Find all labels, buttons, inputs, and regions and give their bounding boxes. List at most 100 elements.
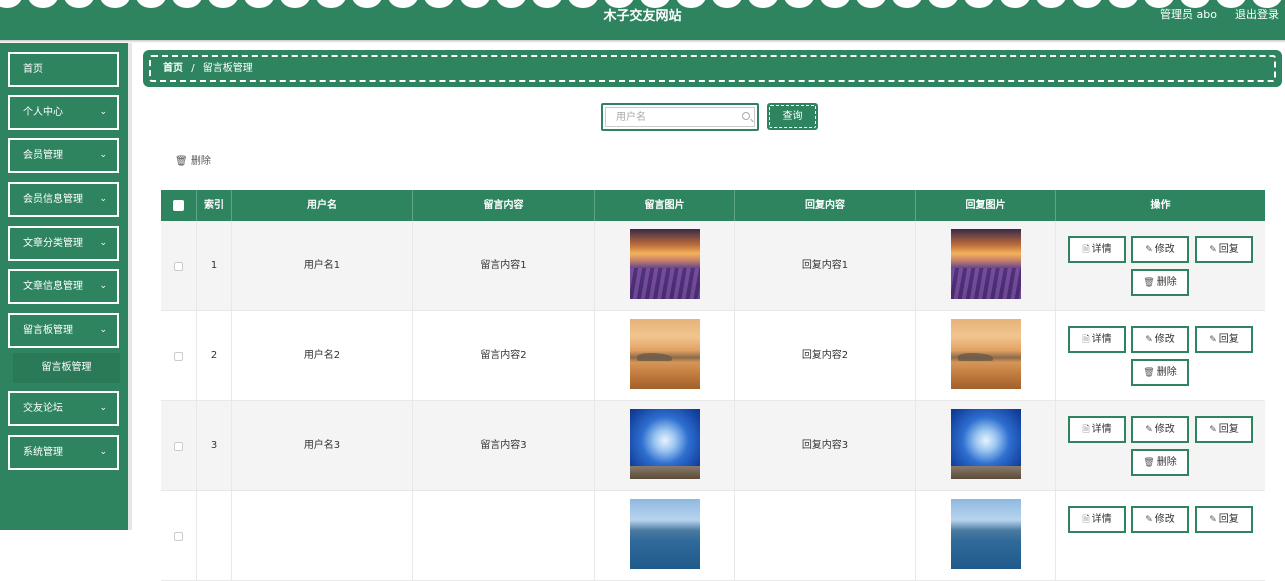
cell-reply: 回复内容3 bbox=[735, 401, 916, 491]
delete-button-label: 删除 bbox=[1156, 367, 1177, 378]
edit-button[interactable]: ✎ 修改 bbox=[1131, 506, 1189, 533]
detail-button[interactable]: 🗎 详情 bbox=[1068, 326, 1126, 353]
sidebar-item-label: 会员信息管理 bbox=[23, 194, 83, 205]
detail-button[interactable]: 🗎 详情 bbox=[1068, 416, 1126, 443]
breadcrumb-home[interactable]: 首页 bbox=[163, 63, 183, 74]
edit-button[interactable]: ✎ 修改 bbox=[1131, 416, 1189, 443]
bulk-delete-button[interactable]: 🗑 删除 bbox=[175, 152, 211, 167]
cell-index bbox=[197, 491, 232, 581]
sidebar-item-label: 首页 bbox=[23, 64, 43, 75]
message-image[interactable] bbox=[630, 409, 700, 479]
column-header-actions: 操作 bbox=[1150, 200, 1171, 211]
column-header-username: 用户名 bbox=[232, 190, 413, 221]
sidebar-item-dating-forum[interactable]: 交友论坛 ⌄ bbox=[8, 391, 119, 426]
logout-link[interactable]: 退出登录 bbox=[1235, 6, 1279, 22]
reply-button[interactable]: ✎ 回复 bbox=[1195, 416, 1253, 443]
column-header-reply: 回复内容 bbox=[735, 190, 916, 221]
sidebar-item-message-board-management[interactable]: 留言板管理 ⌄ bbox=[8, 313, 119, 348]
sidebar-item-member-management[interactable]: 会员管理 ⌄ bbox=[8, 138, 119, 173]
pencil-icon: ✎ bbox=[1209, 335, 1217, 345]
reply-image[interactable] bbox=[951, 229, 1021, 299]
reply-image[interactable] bbox=[951, 499, 1021, 569]
cell-reply: 回复内容1 bbox=[735, 221, 916, 311]
sidebar: 首页 个人中心 ⌄ 会员管理 ⌄ 会员信息管理 ⌄ 文章分类管理 ⌄ 文章信息管… bbox=[0, 43, 128, 530]
sidebar-item-label: 文章分类管理 bbox=[23, 238, 83, 249]
sidebar-item-article-info-management[interactable]: 文章信息管理 ⌄ bbox=[8, 269, 119, 304]
row-checkbox[interactable] bbox=[174, 352, 183, 361]
table-row: 2 用户名2 留言内容2 回复内容2 🗎 详情 ✎ 修改 ✎ 回复 🗑 删除 bbox=[161, 311, 1265, 401]
column-header-message-image: 留言图片 bbox=[595, 190, 735, 221]
delete-button[interactable]: 🗑 删除 bbox=[1131, 359, 1189, 386]
document-icon: 🗎 bbox=[1082, 515, 1090, 525]
table-row: 3 用户名3 留言内容3 回复内容3 🗎 详情 ✎ 修改 ✎ 回复 🗑 删除 bbox=[161, 401, 1265, 491]
reply-image[interactable] bbox=[951, 319, 1021, 389]
username-search-input[interactable] bbox=[605, 107, 755, 127]
delete-button-label: 删除 bbox=[1156, 457, 1177, 468]
sidebar-divider bbox=[128, 43, 132, 530]
pencil-icon: ✎ bbox=[1145, 335, 1153, 345]
row-checkbox[interactable] bbox=[174, 262, 183, 271]
sidebar-item-label: 交友论坛 bbox=[23, 403, 63, 414]
row-select-cell bbox=[161, 311, 197, 401]
detail-button-label: 详情 bbox=[1091, 334, 1112, 345]
sidebar-item-article-category-management[interactable]: 文章分类管理 ⌄ bbox=[8, 226, 119, 261]
row-checkbox[interactable] bbox=[174, 532, 183, 541]
cell-reply-image bbox=[916, 401, 1056, 491]
cell-index: 2 bbox=[197, 311, 232, 401]
cell-actions: 🗎 详情 ✎ 修改 ✎ 回复 bbox=[1056, 491, 1265, 581]
edit-button-label: 修改 bbox=[1154, 514, 1175, 525]
breadcrumb-inner: 首页 / 留言板管理 bbox=[149, 55, 1276, 82]
row-select-cell bbox=[161, 221, 197, 311]
cell-message-image bbox=[595, 401, 735, 491]
cell-message: 留言内容3 bbox=[413, 401, 595, 491]
detail-button[interactable]: 🗎 详情 bbox=[1068, 506, 1126, 533]
sidebar-item-member-info-management[interactable]: 会员信息管理 ⌄ bbox=[8, 182, 119, 217]
breadcrumb-current: 留言板管理 bbox=[202, 63, 253, 74]
cell-index: 3 bbox=[197, 401, 232, 491]
query-button[interactable]: 查询 bbox=[767, 103, 818, 130]
document-icon: 🗎 bbox=[1082, 335, 1090, 345]
delete-button[interactable]: 🗑 删除 bbox=[1131, 269, 1189, 296]
edit-button[interactable]: ✎ 修改 bbox=[1131, 236, 1189, 263]
reply-button-label: 回复 bbox=[1218, 424, 1239, 435]
cell-username bbox=[232, 491, 413, 581]
sidebar-item-home[interactable]: 首页 bbox=[8, 52, 119, 87]
sidebar-item-label: 留言板管理 bbox=[23, 325, 73, 336]
delete-button[interactable]: 🗑 删除 bbox=[1131, 449, 1189, 476]
chevron-down-icon: ⌄ bbox=[99, 447, 107, 457]
detail-button[interactable]: 🗎 详情 bbox=[1068, 236, 1126, 263]
chevron-up-icon: ⌄ bbox=[99, 325, 107, 335]
cell-actions: 🗎 详情 ✎ 修改 ✎ 回复 🗑 删除 bbox=[1056, 401, 1265, 491]
edit-button[interactable]: ✎ 修改 bbox=[1131, 326, 1189, 353]
cell-message-image bbox=[595, 221, 735, 311]
sidebar-item-personal-center[interactable]: 个人中心 ⌄ bbox=[8, 95, 119, 130]
admin-user-label: 管理员 abo bbox=[1160, 8, 1217, 21]
site-title: 木子交友网站 bbox=[603, 9, 682, 24]
sidebar-item-label: 个人中心 bbox=[23, 107, 63, 118]
search-icon bbox=[742, 112, 750, 120]
pencil-icon: ✎ bbox=[1209, 515, 1217, 525]
breadcrumb: 首页 / 留言板管理 bbox=[143, 50, 1282, 87]
message-image[interactable] bbox=[630, 229, 700, 299]
reply-button-label: 回复 bbox=[1218, 334, 1239, 345]
message-image[interactable] bbox=[630, 499, 700, 569]
chevron-down-icon: ⌄ bbox=[99, 281, 107, 291]
table-row: 🗎 详情 ✎ 修改 ✎ 回复 bbox=[161, 491, 1265, 581]
sidebar-item-system-management[interactable]: 系统管理 ⌄ bbox=[8, 435, 119, 470]
column-header-index: 索引 bbox=[197, 190, 232, 221]
sidebar-subitem-message-board-management[interactable]: 留言板管理 bbox=[13, 353, 120, 383]
message-image[interactable] bbox=[630, 319, 700, 389]
row-checkbox[interactable] bbox=[174, 442, 183, 451]
reply-image[interactable] bbox=[951, 409, 1021, 479]
select-all-checkbox[interactable] bbox=[173, 200, 184, 211]
reply-button[interactable]: ✎ 回复 bbox=[1195, 506, 1253, 533]
cell-message-image bbox=[595, 311, 735, 401]
cell-username: 用户名2 bbox=[232, 311, 413, 401]
cell-reply-image bbox=[916, 491, 1056, 581]
row-select-cell bbox=[161, 491, 197, 581]
document-icon: 🗎 bbox=[1082, 245, 1090, 255]
cell-actions: 🗎 详情 ✎ 修改 ✎ 回复 🗑 删除 bbox=[1056, 311, 1265, 401]
reply-button[interactable]: ✎ 回复 bbox=[1195, 326, 1253, 353]
detail-button-label: 详情 bbox=[1091, 244, 1112, 255]
reply-button[interactable]: ✎ 回复 bbox=[1195, 236, 1253, 263]
